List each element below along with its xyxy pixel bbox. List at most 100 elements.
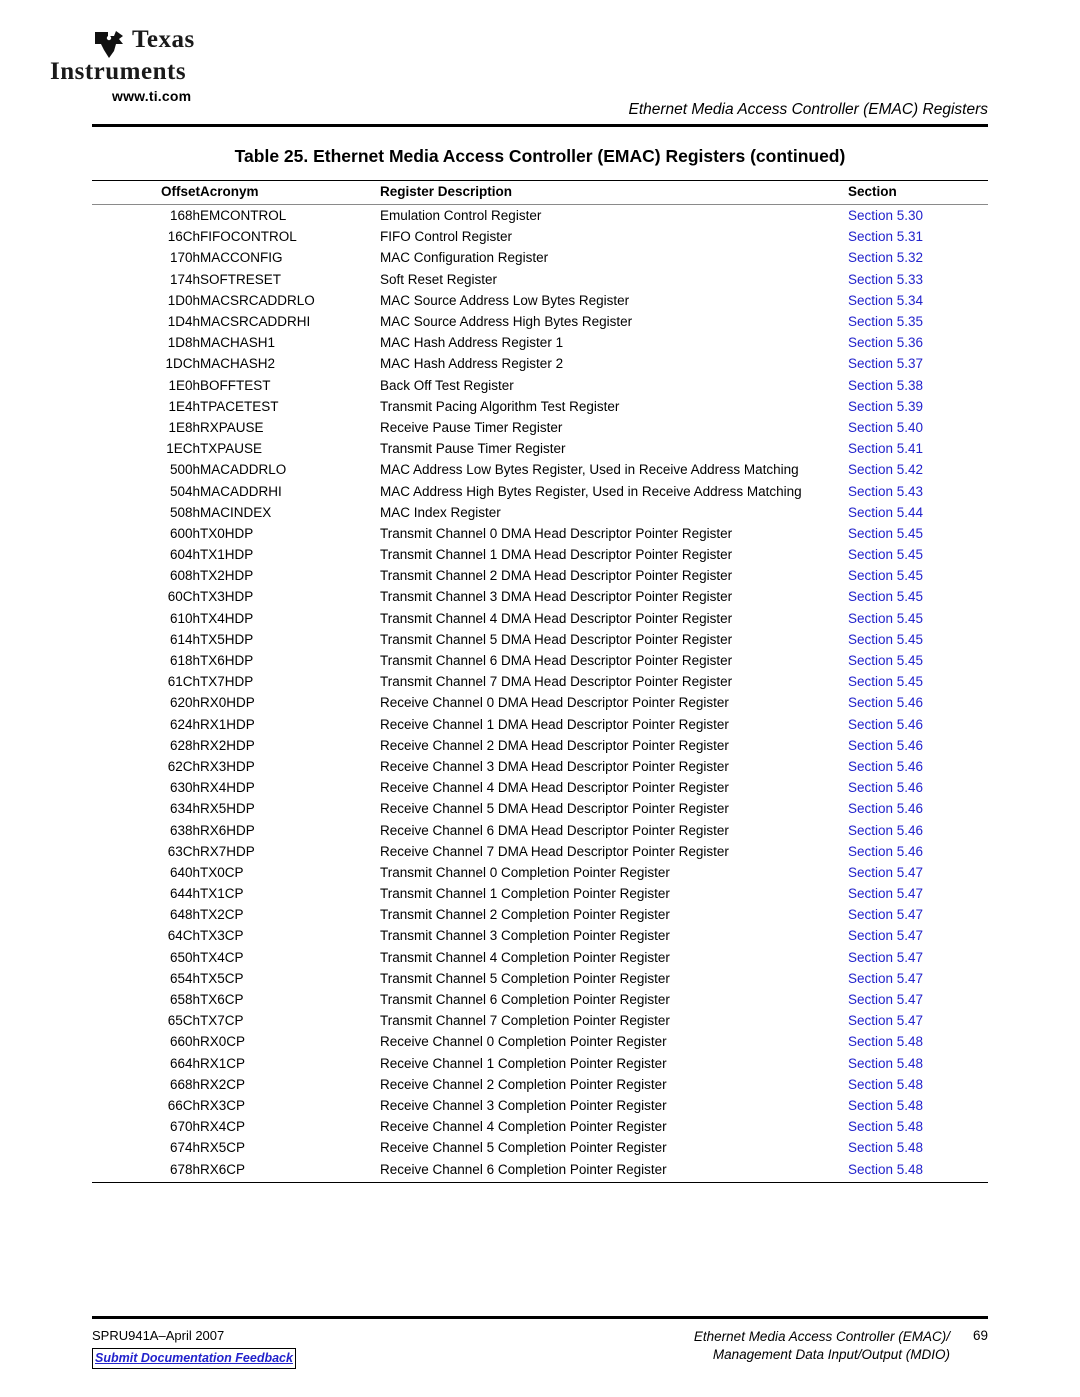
cell-acronym: TX3CP bbox=[200, 928, 244, 944]
section-link[interactable]: Section 5.45 bbox=[848, 674, 923, 689]
cell-section[interactable]: Section 5.37 bbox=[848, 353, 988, 374]
section-link[interactable]: Section 5.46 bbox=[848, 823, 923, 838]
cell-section[interactable]: Section 5.45 bbox=[848, 565, 988, 586]
section-link[interactable]: Section 5.47 bbox=[848, 886, 923, 901]
cell-section[interactable]: Section 5.48 bbox=[848, 1116, 988, 1137]
cell-section[interactable]: Section 5.39 bbox=[848, 396, 988, 417]
section-link[interactable]: Section 5.39 bbox=[848, 399, 923, 414]
cell-section[interactable]: Section 5.46 bbox=[848, 798, 988, 819]
section-link[interactable]: Section 5.40 bbox=[848, 420, 923, 435]
section-link[interactable]: Section 5.48 bbox=[848, 1056, 923, 1071]
table-caption: Table 25. Ethernet Media Access Controll… bbox=[234, 146, 846, 166]
cell-section[interactable]: Section 5.47 bbox=[848, 989, 988, 1010]
cell-section[interactable]: Section 5.46 bbox=[848, 735, 988, 756]
cell-section[interactable]: Section 5.31 bbox=[848, 226, 988, 247]
section-link[interactable]: Section 5.47 bbox=[848, 971, 923, 986]
cell-section[interactable]: Section 5.48 bbox=[848, 1074, 988, 1095]
section-link[interactable]: Section 5.48 bbox=[848, 1119, 923, 1134]
section-link[interactable]: Section 5.41 bbox=[848, 441, 923, 456]
cell-section[interactable]: Section 5.47 bbox=[848, 904, 988, 925]
section-link[interactable]: Section 5.45 bbox=[848, 526, 923, 541]
cell-section[interactable]: Section 5.45 bbox=[848, 608, 988, 629]
cell-section[interactable]: Section 5.46 bbox=[848, 819, 988, 840]
section-link[interactable]: Section 5.45 bbox=[848, 568, 923, 583]
cell-section[interactable]: Section 5.35 bbox=[848, 311, 988, 332]
section-link[interactable]: Section 5.46 bbox=[848, 759, 923, 774]
cell-section[interactable]: Section 5.48 bbox=[848, 1031, 988, 1052]
section-link[interactable]: Section 5.47 bbox=[848, 992, 923, 1007]
section-link[interactable]: Section 5.47 bbox=[848, 1013, 923, 1028]
section-link[interactable]: Section 5.33 bbox=[848, 272, 923, 287]
section-link[interactable]: Section 5.32 bbox=[848, 250, 923, 265]
cell-section[interactable]: Section 5.45 bbox=[848, 671, 988, 692]
cell-section[interactable]: Section 5.47 bbox=[848, 947, 988, 968]
cell-section[interactable]: Section 5.44 bbox=[848, 502, 988, 523]
section-link[interactable]: Section 5.45 bbox=[848, 632, 923, 647]
section-link[interactable]: Section 5.47 bbox=[848, 928, 923, 943]
cell-acronym: TX5HDP bbox=[200, 631, 254, 647]
cell-acronym: TX1CP bbox=[200, 886, 244, 902]
section-link[interactable]: Section 5.43 bbox=[848, 484, 923, 499]
cell-section[interactable]: Section 5.46 bbox=[848, 714, 988, 735]
cell-section[interactable]: Section 5.38 bbox=[848, 375, 988, 396]
section-link[interactable]: Section 5.45 bbox=[848, 653, 923, 668]
cell-section[interactable]: Section 5.47 bbox=[848, 968, 988, 989]
cell-section[interactable]: Section 5.40 bbox=[848, 417, 988, 438]
cell-section[interactable]: Section 5.48 bbox=[848, 1053, 988, 1074]
section-link[interactable]: Section 5.46 bbox=[848, 738, 923, 753]
section-link[interactable]: Section 5.30 bbox=[848, 208, 923, 223]
section-link[interactable]: Section 5.48 bbox=[848, 1077, 923, 1092]
section-link[interactable]: Section 5.47 bbox=[848, 907, 923, 922]
cell-section[interactable]: Section 5.36 bbox=[848, 332, 988, 353]
section-link[interactable]: Section 5.46 bbox=[848, 801, 923, 816]
cell-section[interactable]: Section 5.45 bbox=[848, 629, 988, 650]
submit-feedback-button[interactable]: Submit Documentation Feedback bbox=[92, 1348, 296, 1369]
cell-section[interactable]: Section 5.34 bbox=[848, 290, 988, 311]
section-link[interactable]: Section 5.48 bbox=[848, 1098, 923, 1113]
section-link[interactable]: Section 5.46 bbox=[848, 695, 923, 710]
cell-section[interactable]: Section 5.42 bbox=[848, 459, 988, 480]
table-row: 1ECh TXPAUSE Transmit Pause Timer Register… bbox=[92, 438, 988, 459]
section-link[interactable]: Section 5.45 bbox=[848, 547, 923, 562]
footer-divider bbox=[92, 1316, 988, 1319]
cell-section[interactable]: Section 5.47 bbox=[848, 862, 988, 883]
section-link[interactable]: Section 5.46 bbox=[848, 844, 923, 859]
cell-section[interactable]: Section 5.45 bbox=[848, 523, 988, 544]
section-link[interactable]: Section 5.42 bbox=[848, 462, 923, 477]
section-link[interactable]: Section 5.38 bbox=[848, 378, 923, 393]
section-link[interactable]: Section 5.31 bbox=[848, 229, 923, 244]
cell-section[interactable]: Section 5.47 bbox=[848, 925, 988, 946]
cell-section[interactable]: Section 5.33 bbox=[848, 269, 988, 290]
footer-title-line-2: Management Data Input/Output (MDIO) bbox=[712, 1347, 950, 1363]
section-link[interactable]: Section 5.48 bbox=[848, 1140, 923, 1155]
section-link[interactable]: Section 5.45 bbox=[848, 611, 923, 626]
cell-section[interactable]: Section 5.45 bbox=[848, 544, 988, 565]
section-link[interactable]: Section 5.46 bbox=[848, 780, 923, 795]
cell-section[interactable]: Section 5.32 bbox=[848, 247, 988, 268]
cell-section[interactable]: Section 5.46 bbox=[848, 777, 988, 798]
section-link[interactable]: Section 5.36 bbox=[848, 335, 923, 350]
cell-section[interactable]: Section 5.46 bbox=[848, 692, 988, 713]
section-link[interactable]: Section 5.37 bbox=[848, 356, 923, 371]
section-link[interactable]: Section 5.47 bbox=[848, 865, 923, 880]
cell-section[interactable]: Section 5.47 bbox=[848, 1010, 988, 1031]
cell-section[interactable]: Section 5.41 bbox=[848, 438, 988, 459]
section-link[interactable]: Section 5.48 bbox=[848, 1162, 923, 1177]
cell-section[interactable]: Section 5.43 bbox=[848, 480, 988, 501]
cell-section[interactable]: Section 5.47 bbox=[848, 883, 988, 904]
cell-section[interactable]: Section 5.48 bbox=[848, 1095, 988, 1116]
cell-section[interactable]: Section 5.30 bbox=[848, 205, 988, 227]
section-link[interactable]: Section 5.46 bbox=[848, 717, 923, 732]
cell-section[interactable]: Section 5.45 bbox=[848, 586, 988, 607]
section-link[interactable]: Section 5.44 bbox=[848, 505, 923, 520]
section-link[interactable]: Section 5.35 bbox=[848, 314, 923, 329]
cell-section[interactable]: Section 5.45 bbox=[848, 650, 988, 671]
section-link[interactable]: Section 5.48 bbox=[848, 1034, 923, 1049]
section-link[interactable]: Section 5.47 bbox=[848, 950, 923, 965]
cell-section[interactable]: Section 5.46 bbox=[848, 756, 988, 777]
cell-section[interactable]: Section 5.48 bbox=[848, 1137, 988, 1158]
section-link[interactable]: Section 5.34 bbox=[848, 293, 923, 308]
cell-section[interactable]: Section 5.48 bbox=[848, 1158, 988, 1183]
cell-section[interactable]: Section 5.46 bbox=[848, 841, 988, 862]
section-link[interactable]: Section 5.45 bbox=[848, 589, 923, 604]
